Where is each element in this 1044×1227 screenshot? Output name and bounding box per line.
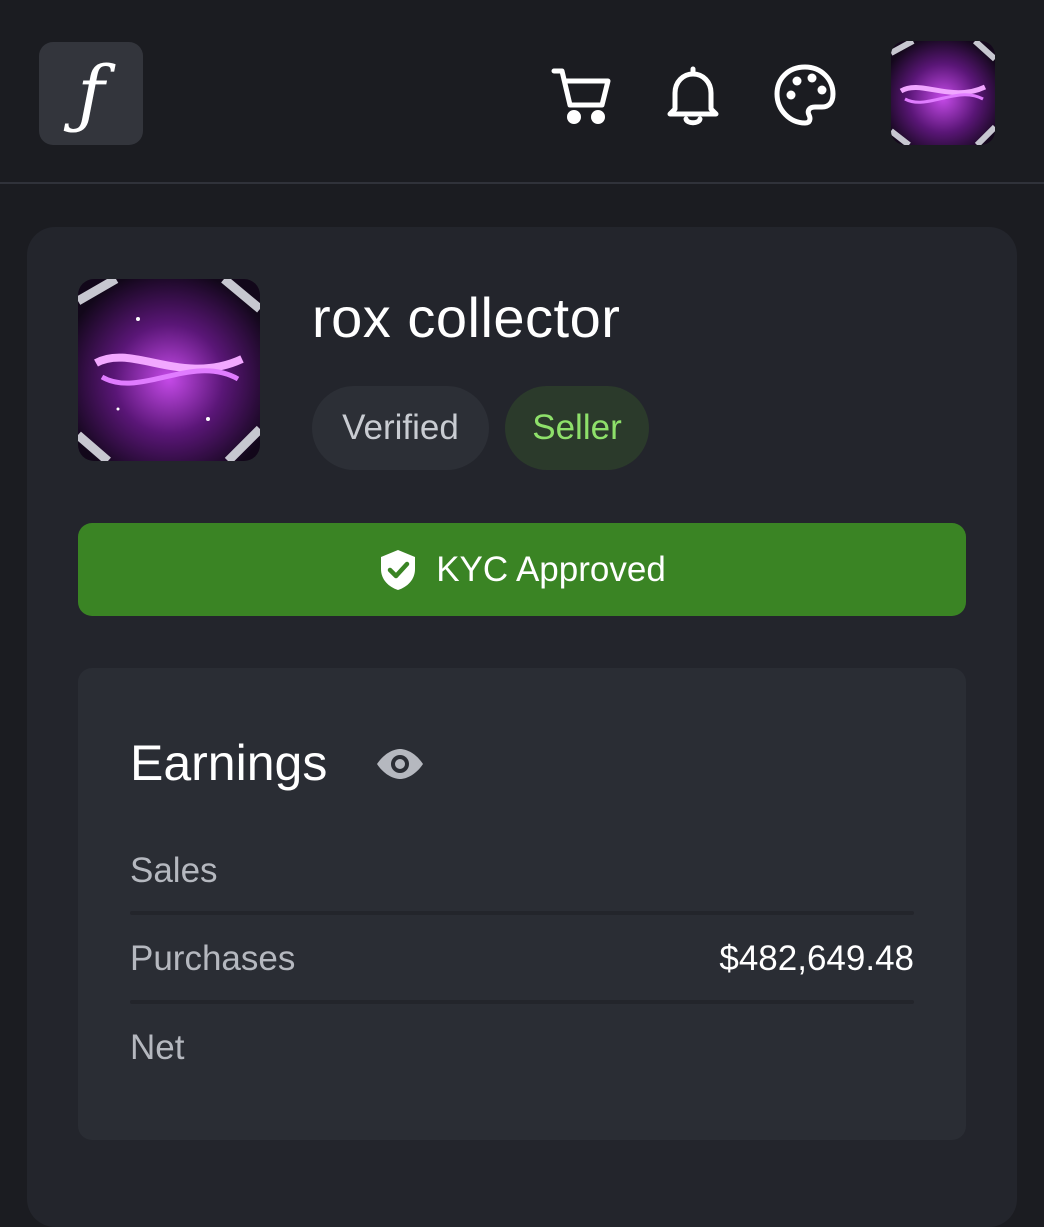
logo-glyph: ƒ: [77, 50, 105, 137]
kyc-label: KYC Approved: [436, 549, 666, 589]
earnings-title: Earnings: [130, 735, 328, 791]
top-bar: ƒ: [0, 0, 1044, 184]
purchases-label: Purchases: [130, 939, 296, 978]
app-logo[interactable]: ƒ: [39, 42, 143, 145]
earnings-row-purchases: Purchases $482,649.48: [130, 915, 914, 1003]
palette-icon[interactable]: [772, 62, 838, 128]
eye-icon[interactable]: [374, 742, 426, 786]
earnings-row-net: Net: [130, 1004, 914, 1092]
user-avatar[interactable]: [891, 41, 995, 145]
cart-icon[interactable]: [549, 62, 615, 128]
seller-badge: Seller: [505, 386, 649, 470]
bell-icon[interactable]: [660, 62, 726, 128]
earnings-panel: Earnings Sales Purchases $482,649.48 Net: [78, 668, 966, 1140]
kyc-status-bar: KYC Approved: [78, 523, 966, 616]
profile-name: rox collector: [312, 286, 621, 349]
sales-label: Sales: [130, 851, 218, 890]
purchases-value: $482,649.48: [719, 939, 914, 978]
verified-badge: Verified: [312, 386, 489, 470]
shield-check-icon: [378, 548, 418, 592]
net-label: Net: [130, 1028, 185, 1067]
earnings-row-sales: Sales: [130, 827, 914, 915]
profile-avatar: [78, 279, 260, 461]
